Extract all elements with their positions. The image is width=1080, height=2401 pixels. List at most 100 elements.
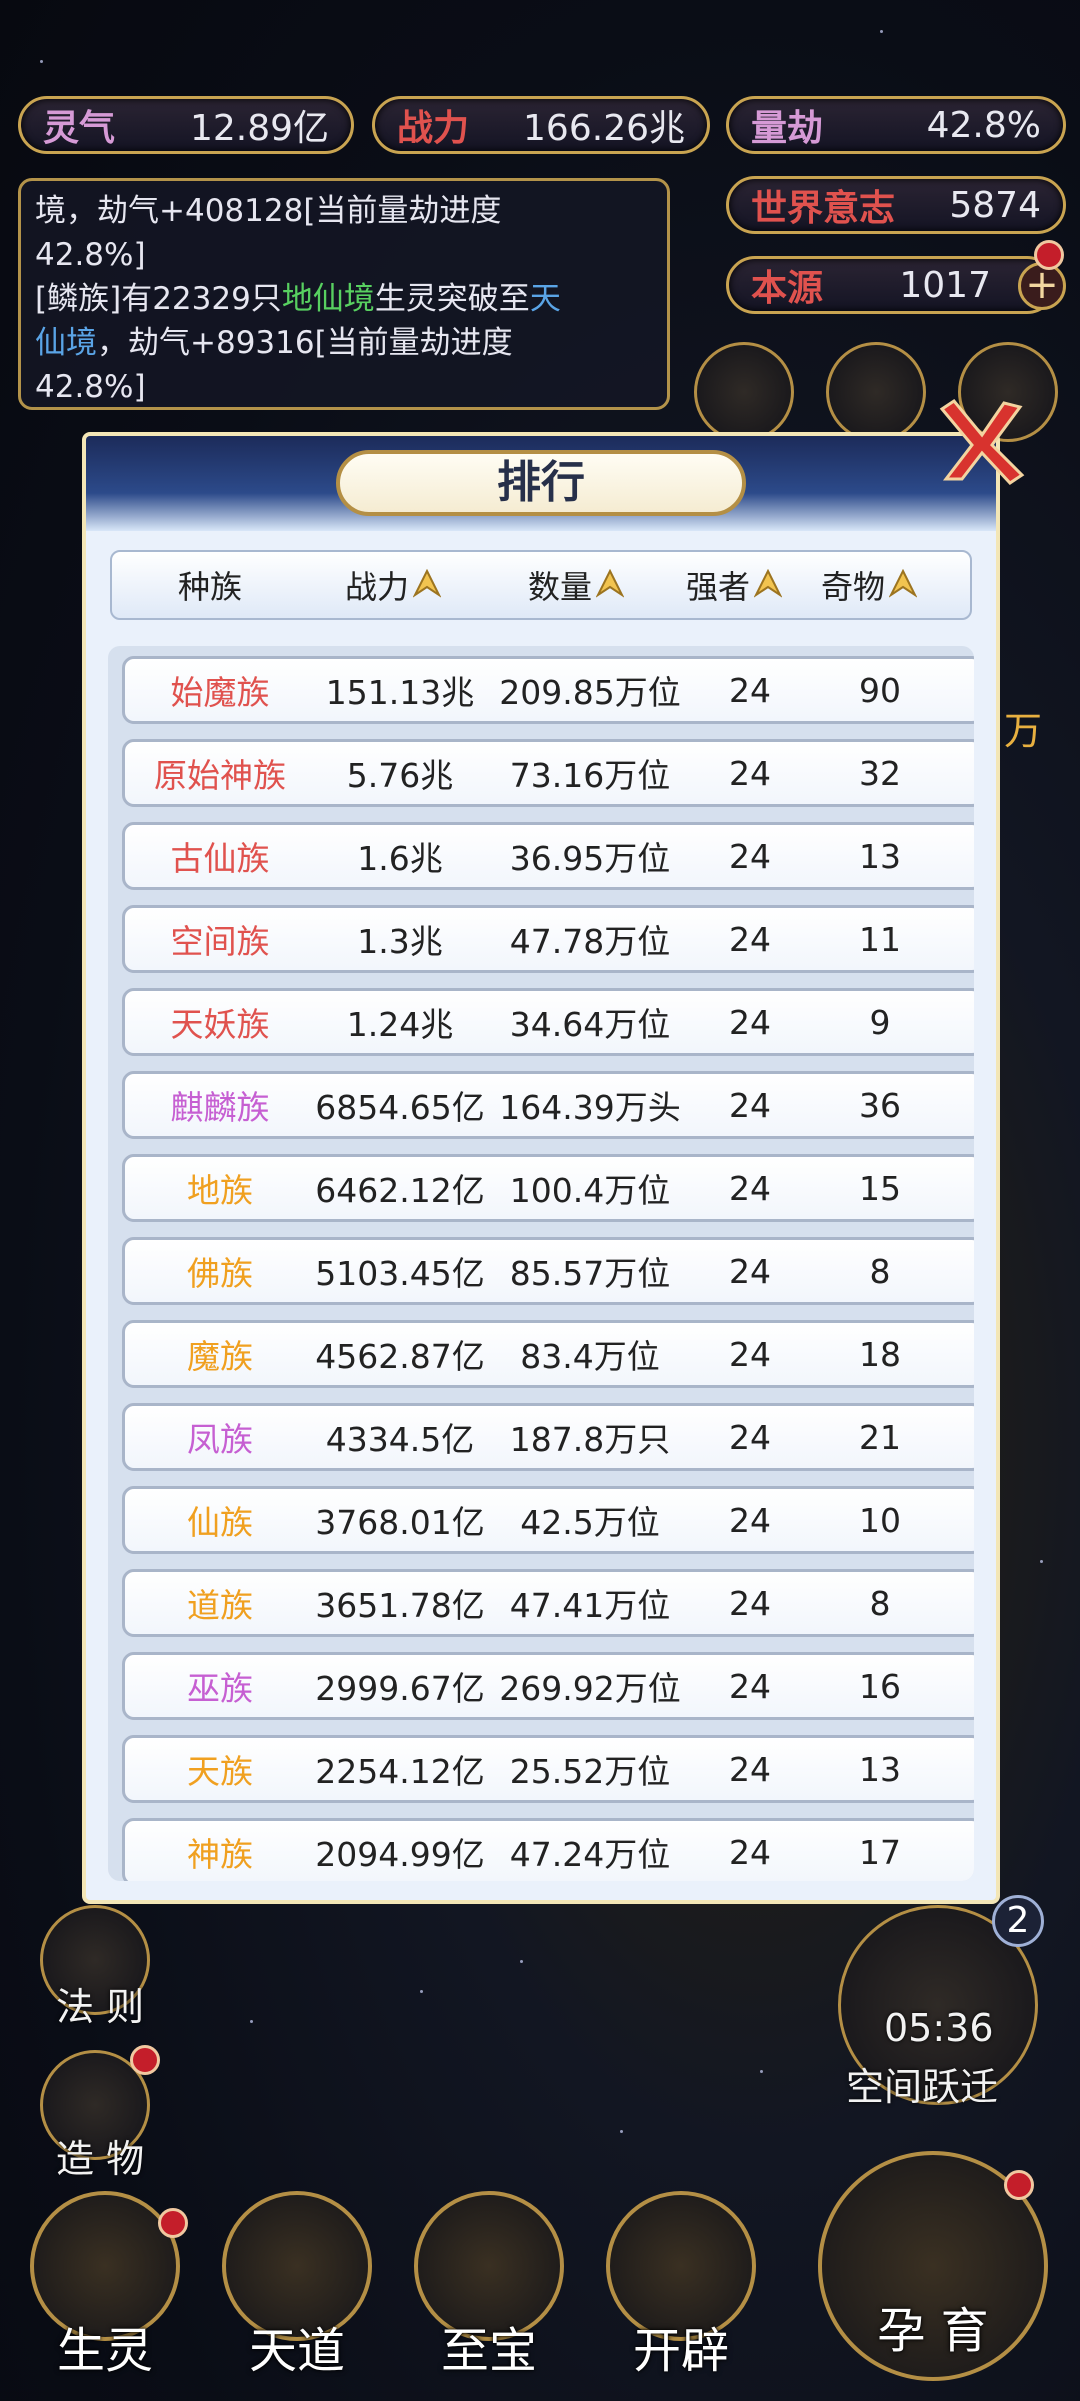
power-cell: 3651.78亿 [315,1586,485,1625]
table-row[interactable]: 古仙族 1.6兆 36.95万位 24 13 [122,822,974,890]
zhanli-value: 166.26兆 [523,108,685,149]
header-strong-label: 强者 [685,568,750,606]
count-cell: 209.85万位 [499,673,681,712]
table-row[interactable]: 麒麟族 6854.65亿 164.39万头 24 36 [122,1071,974,1139]
table-row[interactable]: 原始神族 5.76兆 73.16万位 24 32 [122,739,974,807]
race-cell: 佛族 [187,1254,253,1293]
benyuan-bar[interactable]: 本源 1017 [726,256,1056,314]
log-realm-blue: 天 [529,281,561,317]
ranking-modal: 排行 种族 战力 数量 强者 奇物 始魔族 151.13兆 209.85万位 24 90… [82,432,1000,1904]
header-race[interactable]: 种族 [112,562,308,608]
nav-tiandao[interactable]: 天道 [222,2191,372,2381]
liangjie-bar[interactable]: 量劫 42.8% [726,96,1066,154]
table-row[interactable]: 佛族 5103.45亿 85.57万位 24 8 [122,1237,974,1305]
add-benyuan-icon[interactable]: + [1018,262,1066,310]
strong-cell: 24 [729,1832,771,1872]
race-cell: 麒麟族 [170,1088,270,1127]
table-row[interactable]: 空间族 1.3兆 47.78万位 24 11 [122,905,974,973]
race-cell: 空间族 [170,922,270,961]
strong-cell: 24 [729,1583,771,1623]
table-row[interactable]: 道族 3651.78亿 47.41万位 24 8 [122,1569,974,1637]
power-cell: 151.13兆 [325,673,475,712]
header-count[interactable]: 数量 [478,562,674,608]
log-line: ，劫气+89316[当前量劫进度 [97,325,513,361]
items-cell: 16 [859,1666,901,1706]
header-strong[interactable]: 强者 [674,562,794,608]
table-row[interactable]: 神族 2094.99亿 47.24万位 24 17 [122,1818,974,1881]
items-cell: 90 [859,670,901,710]
scroll-icon[interactable] [694,342,794,442]
power-cell: 5.76兆 [346,756,454,795]
log-line: 生灵突破至 [374,281,530,317]
header-power-label: 战力 [344,568,409,606]
zaowu-label: 造 物 [56,2137,145,2181]
header-items[interactable]: 奇物 [794,562,944,608]
power-cell: 2094.99亿 [315,1835,485,1874]
race-cell: 神族 [187,1835,253,1874]
log-realm-green: 地仙境 [281,281,375,317]
header-items-label: 奇物 [820,568,885,606]
fazhe-label: 法 则 [56,1985,145,2029]
race-cell: 凤族 [187,1420,253,1459]
count-cell: 83.4万位 [520,1337,660,1376]
table-row[interactable]: 天妖族 1.24兆 34.64万位 24 9 [122,988,974,1056]
table-row[interactable]: 凤族 4334.5亿 187.8万只 24 21 [122,1403,974,1471]
header-power[interactable]: 战力 [308,562,478,608]
power-cell: 6854.65亿 [315,1088,485,1127]
strong-cell: 24 [729,1749,771,1789]
race-cell: 天族 [187,1752,253,1791]
table-row[interactable]: 仙族 3768.01亿 42.5万位 24 10 [122,1486,974,1554]
items-cell: 18 [859,1334,901,1374]
count-cell: 100.4万位 [509,1171,671,1210]
strong-cell: 24 [729,1168,771,1208]
ranking-list[interactable]: 始魔族 151.13兆 209.85万位 24 90 原始神族 5.76兆 73.16万位 24… [108,646,974,1881]
benyuan-value: 1017 [899,264,991,306]
power-cell: 3768.01亿 [315,1503,485,1542]
space-jump-timer: 05:36 [884,2006,994,2050]
zhanli-bar[interactable]: 战力 166.26兆 [372,96,710,154]
strong-cell: 24 [729,1251,771,1291]
power-cell: 2254.12亿 [315,1752,485,1791]
items-cell: 8 [869,1583,891,1623]
benyuan-alert-dot [1034,240,1064,270]
vortex-icon[interactable] [826,342,926,442]
table-row[interactable]: 巫族 2999.67亿 269.92万位 24 16 [122,1652,974,1720]
strong-cell: 24 [729,919,771,959]
lingqi-bar[interactable]: 灵气 12.89亿 [18,96,354,154]
shijieyizhi-bar[interactable]: 世界意志 5874 [726,176,1066,234]
table-row[interactable]: 魔族 4562.87亿 83.4万位 24 18 [122,1320,974,1388]
count-cell: 164.39万头 [499,1088,681,1127]
items-cell: 9 [869,1002,891,1042]
strong-cell: 24 [729,1666,771,1706]
items-cell: 17 [859,1832,901,1872]
nav-yunyu-label: 孕 育 [877,2303,989,2359]
power-cell: 4562.87亿 [315,1337,485,1376]
count-cell: 73.16万位 [509,756,671,795]
column-header-bar: 种族 战力 数量 强者 奇物 [110,550,972,620]
table-row[interactable]: 天族 2254.12亿 25.52万位 24 13 [122,1735,974,1803]
sort-arrow-icon [413,569,441,598]
nav-tiandao-label: 天道 [248,2323,345,2379]
count-cell: 47.24万位 [509,1835,671,1874]
items-cell: 10 [859,1500,901,1540]
race-cell: 原始神族 [154,756,286,795]
strong-cell: 24 [729,753,771,793]
power-cell: 1.24兆 [346,1005,454,1044]
close-icon[interactable] [932,395,1028,491]
table-row[interactable]: 始魔族 151.13兆 209.85万位 24 90 [122,656,974,724]
wan-fragment-text: 万 [1004,709,1043,753]
zhanli-label: 战力 [397,108,470,149]
power-cell: 4334.5亿 [325,1420,475,1459]
liangjie-label: 量劫 [751,108,824,149]
count-cell: 42.5万位 [520,1503,660,1542]
count-cell: 47.78万位 [509,922,671,961]
nav-zhibao[interactable]: 至宝 [414,2191,564,2381]
race-cell: 地族 [187,1171,253,1210]
power-cell: 2999.67亿 [315,1669,485,1708]
strong-cell: 24 [729,1500,771,1540]
shengling-alert-dot [158,2208,188,2238]
table-row[interactable]: 地族 6462.12亿 100.4万位 24 15 [122,1154,974,1222]
nav-kaipi[interactable]: 开辟 [606,2191,756,2381]
race-cell: 始魔族 [170,673,270,712]
race-cell: 古仙族 [170,839,270,878]
